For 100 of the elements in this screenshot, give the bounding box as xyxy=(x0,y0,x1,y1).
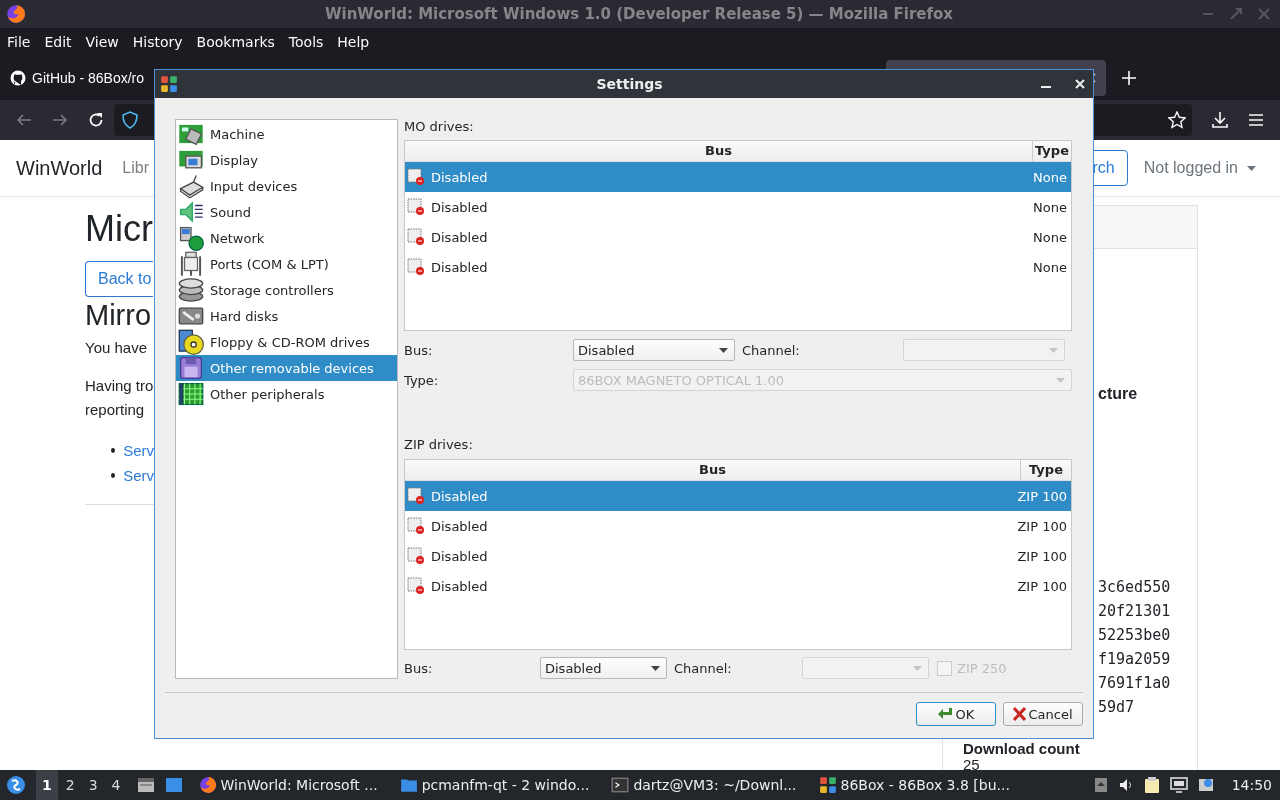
ok-button[interactable]: OK xyxy=(916,702,996,726)
category-item[interactable]: Display xyxy=(176,147,397,173)
table-cell: None xyxy=(1033,229,1067,245)
section-heading: Mirro xyxy=(85,298,153,333)
download-icon[interactable] xyxy=(1212,111,1228,129)
workspace-button[interactable]: 4 xyxy=(105,770,127,800)
table-row[interactable]: Disabled ZIP 100 xyxy=(405,481,1071,511)
drive-disabled-icon xyxy=(407,168,425,186)
start-menu-icon[interactable] xyxy=(6,775,26,795)
cancel-button[interactable]: Cancel xyxy=(1003,702,1083,726)
clock: 14:50 xyxy=(1231,777,1272,793)
page-heading: Micr xyxy=(85,207,154,251)
table-cell: None xyxy=(1033,199,1067,215)
file-manager-icon[interactable] xyxy=(136,776,155,794)
column-header: Type xyxy=(1020,460,1071,480)
taskbar-button[interactable]: WinWorld: Microsoft ... xyxy=(192,776,384,794)
category-item[interactable]: Hard disks xyxy=(176,303,397,329)
browser-logo-icon xyxy=(6,4,26,24)
card-heading: cture xyxy=(1097,385,1139,403)
taskbar-button[interactable]: dartz@VM3: ~/Downl... xyxy=(605,776,803,794)
star-icon[interactable] xyxy=(1168,111,1186,129)
table-cell: ZIP 100 xyxy=(1017,548,1067,564)
column-header: Type xyxy=(1032,141,1071,161)
back-button[interactable]: Back to xyxy=(85,261,153,297)
table-row[interactable]: Disabled ZIP 100 xyxy=(405,511,1071,541)
new-tab-icon[interactable] xyxy=(1122,71,1137,85)
mirror-link[interactable]: Serv xyxy=(123,438,154,463)
menu-item[interactable]: File xyxy=(7,34,31,50)
category-item[interactable]: Machine xyxy=(176,121,397,147)
category-item[interactable]: Ports (COM & LPT) xyxy=(176,251,397,277)
bullet-icon xyxy=(111,473,116,478)
menu-item[interactable]: Bookmarks xyxy=(196,34,275,50)
taskbar-button[interactable]: 86Box - 86Box 3.8 [bu... xyxy=(812,776,1016,794)
table-cell-text: Disabled xyxy=(431,199,489,215)
table-cell-text: Disabled xyxy=(431,578,489,594)
table-row[interactable]: Disabled ZIP 100 xyxy=(405,541,1071,571)
menu-item[interactable]: Tools xyxy=(288,34,324,50)
category-item[interactable]: Network xyxy=(176,225,397,251)
desktop-icon[interactable] xyxy=(164,776,183,794)
taskbar-button[interactable]: pcmanfm-qt - 2 windo... xyxy=(393,776,596,794)
caret-icon xyxy=(651,665,660,671)
caret-icon xyxy=(1056,377,1065,383)
workspace-button[interactable]: 3 xyxy=(82,770,104,800)
disk-stack-icon xyxy=(178,277,204,303)
section-label: ZIP drives: xyxy=(404,437,474,452)
menu-item[interactable]: Edit xyxy=(44,34,72,50)
table-row[interactable]: Disabled ZIP 100 xyxy=(405,571,1071,601)
drive-disabled-icon xyxy=(407,198,425,216)
hash-value: 52253be0 xyxy=(1098,625,1172,646)
bus-dropdown[interactable]: Disabled xyxy=(540,657,667,679)
forward-icon[interactable] xyxy=(52,112,68,128)
category-item[interactable]: Storage controllers xyxy=(176,277,397,303)
category-item[interactable]: Input devices xyxy=(176,173,397,199)
clipboard-icon[interactable] xyxy=(1143,776,1160,794)
notification-icon[interactable] xyxy=(1197,777,1214,793)
connector-icon xyxy=(178,251,204,277)
back-icon[interactable] xyxy=(16,112,32,128)
workspace-button[interactable]: 2 xyxy=(59,770,81,800)
hash-value: 59d7 xyxy=(1098,697,1136,718)
menu-item[interactable]: View xyxy=(85,34,119,50)
hash-value: 7691f1a0 xyxy=(1098,673,1172,694)
mirror-link[interactable]: Serv xyxy=(123,463,154,488)
table-row[interactable]: Disabled None xyxy=(405,252,1071,282)
table-row[interactable]: Disabled None xyxy=(405,162,1071,192)
download-label: Download count xyxy=(962,741,1081,757)
category-item[interactable]: Other removable devices xyxy=(176,355,397,381)
caret-icon xyxy=(1049,347,1058,353)
bus-dropdown[interactable]: Disabled xyxy=(573,339,735,361)
menu-item[interactable]: Help xyxy=(337,34,370,50)
category-item[interactable]: Sound xyxy=(176,199,397,225)
arrow-icon xyxy=(937,707,954,721)
nav-link[interactable]: Libr xyxy=(122,159,149,177)
field-label: Channel: xyxy=(741,342,801,358)
github-icon xyxy=(10,70,26,86)
volume-icon[interactable] xyxy=(1117,777,1134,793)
circuit-board-icon xyxy=(178,381,204,407)
field-label: Bus: xyxy=(404,660,434,676)
category-item[interactable]: Other peripherals xyxy=(176,381,397,407)
drive-disabled-icon xyxy=(407,517,425,535)
category-item[interactable]: Floppy & CD-ROM drives xyxy=(176,329,397,355)
drive-disabled-icon xyxy=(407,258,425,276)
drive-disabled-icon xyxy=(407,228,425,246)
field-label: Bus: xyxy=(404,342,434,358)
table-cell-text: Disabled xyxy=(431,518,489,534)
table-row[interactable]: Disabled None xyxy=(405,192,1071,222)
menu-icon[interactable] xyxy=(1248,113,1264,127)
site-logo[interactable]: WinWorld xyxy=(16,156,103,180)
dialog-title: Settings xyxy=(595,76,664,92)
workspace-button[interactable]: 1 xyxy=(36,770,58,800)
reload-icon[interactable] xyxy=(88,112,104,128)
browser-tab[interactable]: GitHub - 86Box/ro xyxy=(0,60,155,96)
column-header: Bus xyxy=(704,142,733,160)
terminal-icon xyxy=(611,776,630,794)
table-row[interactable]: Disabled None xyxy=(405,222,1071,252)
column-header: Bus xyxy=(698,461,727,479)
shield-icon xyxy=(122,111,138,129)
account-menu[interactable]: Not logged in xyxy=(1143,159,1256,177)
network-icon[interactable] xyxy=(1169,777,1188,793)
menu-item[interactable]: History xyxy=(132,34,183,50)
table-cell-text: Disabled xyxy=(431,259,489,275)
